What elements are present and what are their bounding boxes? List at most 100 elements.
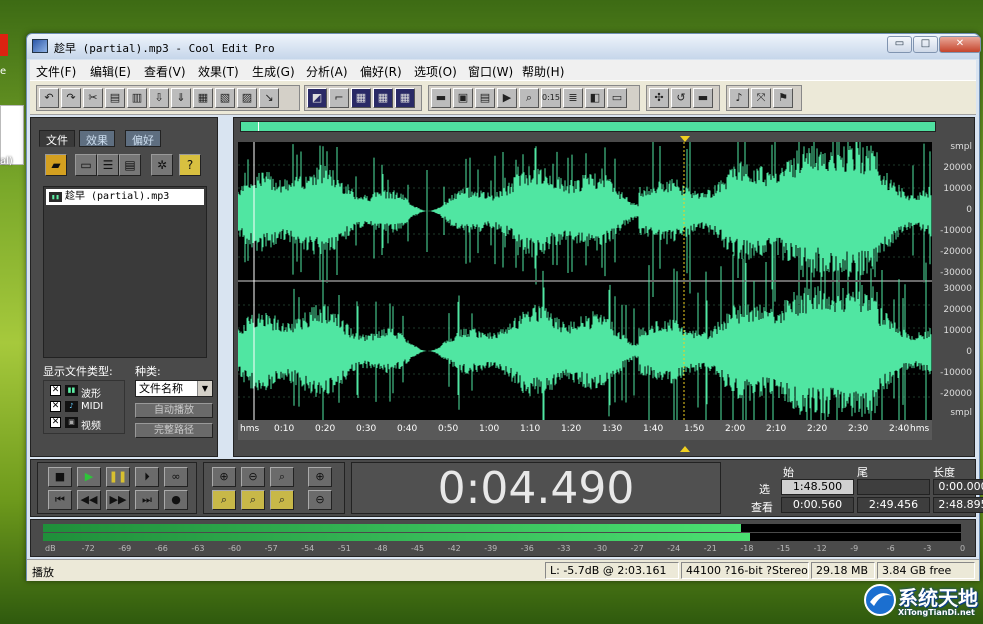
db-tick-label: -57	[264, 544, 278, 553]
maximize-button[interactable]: □	[913, 36, 938, 53]
view-begin-field[interactable]: 0:00.560	[781, 497, 854, 513]
tab-effects[interactable]: 效果	[79, 130, 115, 147]
full-path-button[interactable]: 完整路径	[135, 423, 213, 438]
open-folder-button[interactable]: ▰	[45, 154, 67, 176]
cut-icon[interactable]: ✂	[83, 88, 103, 108]
time-tick-label: 0:50	[438, 424, 459, 434]
export-icon[interactable]: ↘	[259, 88, 279, 108]
menu-edit[interactable]: 编辑(E)	[90, 63, 131, 80]
menu-options[interactable]: 选项(O)	[414, 63, 457, 80]
grid3-icon[interactable]: ▦	[395, 88, 415, 108]
time-ruler[interactable]: hms 0:10 0:20 0:30 0:40 0:50 1:00 1:10 1:20 1:30 1…	[238, 420, 932, 440]
menu-view[interactable]: 查看(V)	[144, 63, 186, 80]
sort-select[interactable]: 文件名称 ▼	[135, 380, 213, 397]
overview-bar[interactable]	[240, 121, 936, 132]
close-file-button[interactable]: ▭	[75, 154, 97, 176]
file-list-item[interactable]: ▮▮ 趁早 (partial).mp3	[46, 189, 204, 205]
menu-file[interactable]: 文件(F)	[36, 63, 76, 80]
paste-icon[interactable]: ▥	[127, 88, 147, 108]
paste-new-icon[interactable]: ⇩	[149, 88, 169, 108]
wave-checkbox[interactable]: ✕	[50, 385, 61, 396]
auto-play-button[interactable]: 自动播放	[135, 403, 213, 418]
view-spectral-icon[interactable]: ▣	[453, 88, 473, 108]
view-length-field[interactable]: 2:48.895	[933, 497, 983, 513]
waveform-display[interactable]	[237, 90, 932, 473]
menu-generate[interactable]: 生成(G)	[252, 63, 295, 80]
multitrack-button[interactable]: ▤	[119, 154, 141, 176]
minimize-button[interactable]: ▭	[887, 36, 912, 53]
menu-effects[interactable]: 效果(T)	[198, 63, 239, 80]
close-button[interactable]: ✕	[939, 36, 981, 53]
copy-icon[interactable]: ▤	[105, 88, 125, 108]
menu-help[interactable]: 帮助(H)	[522, 63, 564, 80]
zoom-left-icon[interactable]: ⌕	[212, 490, 236, 510]
menu-favorites[interactable]: 偏好(R)	[360, 63, 402, 80]
bars-icon[interactable]: ≣	[563, 88, 583, 108]
redo-icon[interactable]: ↷	[61, 88, 81, 108]
db-tick-label: -54	[301, 544, 315, 553]
settings-icon[interactable]: ✲	[151, 154, 173, 176]
play-view-icon[interactable]: ▶	[497, 88, 517, 108]
midi-checkbox[interactable]: ✕	[50, 401, 61, 412]
file-type-box: ✕ ▮▮ 波形 ✕ ♪ MIDI ✕ ▣ 视频	[43, 380, 125, 434]
video-checkbox[interactable]: ✕	[50, 417, 61, 428]
zoom-full-icon[interactable]: ⌕	[270, 467, 294, 487]
import-icon[interactable]: ▨	[237, 88, 257, 108]
zoom-out-vertical-icon[interactable]: ⊖	[308, 490, 332, 510]
color-icon[interactable]: ◧	[585, 88, 605, 108]
stop-button[interactable]: ■	[48, 467, 72, 487]
loop-button[interactable]: ∞	[164, 467, 188, 487]
view-end-field[interactable]: 2:49.456	[857, 497, 930, 513]
selection-length-field[interactable]: 0:00.000	[933, 479, 983, 495]
time-tick-label: 0:20	[315, 424, 336, 434]
grid2-icon[interactable]: ▦	[373, 88, 393, 108]
trim-icon[interactable]: ▦	[193, 88, 213, 108]
view-pan-icon[interactable]: ▤	[475, 88, 495, 108]
tab-favorites[interactable]: 偏好	[125, 130, 161, 147]
cursor-marker-bottom[interactable]	[680, 446, 690, 452]
save-icon[interactable]: ▧	[215, 88, 235, 108]
record-button[interactable]: ●	[164, 490, 188, 510]
fast-forward-button[interactable]: ▶▶	[106, 490, 130, 510]
help-button[interactable]: ?	[179, 154, 201, 176]
zoom-in-vertical-icon[interactable]: ⊕	[308, 467, 332, 487]
play-to-end-button[interactable]: ⏵	[135, 467, 159, 487]
view-wave-icon[interactable]: ▬	[431, 88, 451, 108]
mix-paste-icon[interactable]: ⇓	[171, 88, 191, 108]
wave-type-label: 波形	[81, 389, 101, 400]
fx-icon[interactable]: ✣	[649, 88, 669, 108]
loop-icon[interactable]: ↺	[671, 88, 691, 108]
zoom-out-icon[interactable]: ⊖	[241, 467, 265, 487]
desktop-app-icon[interactable]: e	[0, 30, 26, 78]
minus-icon[interactable]: ▬	[693, 88, 713, 108]
zoom-right-icon[interactable]: ⌕	[241, 490, 265, 510]
menu-analyze[interactable]: 分析(A)	[306, 63, 348, 80]
rewind-button[interactable]: ◀◀	[77, 490, 101, 510]
tab-files[interactable]: 文件	[39, 130, 75, 147]
menu-window[interactable]: 窗口(W)	[468, 63, 513, 80]
insert-button[interactable]: ☰	[97, 154, 119, 176]
play-button[interactable]: ▶	[77, 467, 101, 487]
chevron-down-icon[interactable]: ▼	[197, 381, 212, 396]
toolbar-fx-group: ✣ ↺ ▬	[646, 85, 720, 111]
time-tick-label: 1:30	[602, 424, 623, 434]
pause-button[interactable]: ❚❚	[106, 467, 130, 487]
cd-icon[interactable]: ♪	[729, 88, 749, 108]
grid-icon[interactable]: ▦	[351, 88, 371, 108]
selection-end-field[interactable]	[857, 479, 930, 495]
flag-icon[interactable]: ⚑	[773, 88, 793, 108]
go-to-start-button[interactable]: ⏮	[48, 490, 72, 510]
time-icon[interactable]: 0:15	[541, 88, 561, 108]
waveform-svg[interactable]	[237, 90, 932, 473]
blank-icon[interactable]: ▭	[607, 88, 627, 108]
go-to-end-button[interactable]: ⏭	[135, 490, 159, 510]
scale-icon[interactable]: ⌐	[329, 88, 349, 108]
zoom-view-icon[interactable]: ⌕	[519, 88, 539, 108]
zoom-selection-icon[interactable]: ⌕	[270, 490, 294, 510]
undo-icon[interactable]: ↶	[39, 88, 59, 108]
snap-icon[interactable]: ⤧	[751, 88, 771, 108]
selection-begin-field[interactable]: 1:48.500	[781, 479, 854, 495]
zoom-in-icon[interactable]: ⊕	[212, 467, 236, 487]
envelope-icon[interactable]: ◩	[307, 88, 327, 108]
toolbar-envelope-group: ◩ ⌐ ▦ ▦ ▦	[304, 85, 422, 111]
